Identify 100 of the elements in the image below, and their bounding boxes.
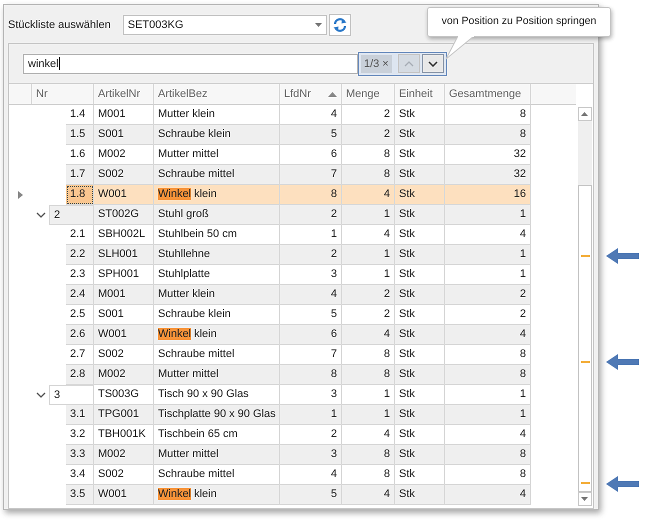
clear-search-button[interactable]: × bbox=[382, 54, 392, 72]
table-cell: 4 bbox=[445, 325, 531, 345]
table-cell: 8 bbox=[342, 465, 395, 485]
table-cell: 1.8 bbox=[66, 185, 94, 205]
table-cell: SLH001 bbox=[94, 245, 154, 265]
table-cell: Stk bbox=[395, 405, 445, 425]
table-cell: 4 bbox=[342, 325, 395, 345]
chevron-down-icon[interactable] bbox=[36, 390, 46, 400]
table-cell: 16 bbox=[445, 185, 531, 205]
table-cell: Stk bbox=[395, 425, 445, 445]
table-cell: 2 bbox=[445, 285, 531, 305]
table-cell: M001 bbox=[94, 285, 154, 305]
table-cell: 1.4 bbox=[66, 105, 94, 125]
table-cell: 8 bbox=[445, 445, 531, 465]
table-cell: Mutter mittel bbox=[154, 145, 280, 165]
table-cell: 8 bbox=[342, 145, 395, 165]
table-cell: Stk bbox=[395, 225, 445, 245]
arrow-icon bbox=[606, 248, 639, 264]
table-cell: 2.8 bbox=[66, 365, 94, 385]
column-header[interactable]: Einheit bbox=[395, 84, 445, 104]
table-cell: SPH001 bbox=[94, 265, 154, 285]
table-cell: 2 bbox=[280, 425, 342, 445]
table-cell: 4 bbox=[342, 425, 395, 445]
table-cell: 4 bbox=[342, 485, 395, 505]
table-cell: 1 bbox=[342, 265, 395, 285]
table-cell: 2 bbox=[280, 205, 342, 225]
table-cell: 8 bbox=[445, 465, 531, 485]
table-cell: 5 bbox=[280, 305, 342, 325]
table-cell: 7 bbox=[280, 165, 342, 185]
column-header[interactable]: LfdNr bbox=[280, 84, 342, 104]
table-cell: Mutter mittel bbox=[154, 365, 280, 385]
table-cell: 6 bbox=[280, 325, 342, 345]
table-cell: Stk bbox=[395, 265, 445, 285]
table-cell: Stk bbox=[395, 485, 445, 505]
table-cell: 4 bbox=[445, 485, 531, 505]
chevron-down-icon[interactable] bbox=[36, 210, 46, 220]
table-cell: 1 bbox=[342, 405, 395, 425]
table-cell: 2 bbox=[445, 305, 531, 325]
table-cell: 2 bbox=[280, 245, 342, 265]
table-cell: 4 bbox=[280, 285, 342, 305]
table-cell: 3 bbox=[49, 385, 94, 405]
table-cell: Tischplatte 90 x 90 Glas bbox=[154, 405, 280, 425]
table-cell: W001 bbox=[94, 325, 154, 345]
table-cell: 1 bbox=[342, 205, 395, 225]
table-cell: 3 bbox=[280, 385, 342, 405]
table-cell: 1 bbox=[445, 205, 531, 225]
table-cell: 1 bbox=[445, 385, 531, 405]
table-cell: 4 bbox=[342, 185, 395, 205]
table-cell: Schraube mittel bbox=[154, 165, 280, 185]
table-cell: TS003G bbox=[94, 385, 154, 405]
table-cell: 1 bbox=[342, 245, 395, 265]
table-cell: SBH002L bbox=[94, 225, 154, 245]
table-cell: 2.5 bbox=[66, 305, 94, 325]
column-header[interactable]: Nr bbox=[32, 84, 94, 104]
column-header[interactable]: ArtikelBez bbox=[154, 84, 280, 104]
table-cell: Stuhl groß bbox=[154, 205, 280, 225]
table-cell: M002 bbox=[94, 445, 154, 465]
caret-icon bbox=[314, 23, 322, 27]
column-header[interactable]: ArtikelNr bbox=[94, 84, 154, 104]
table-cell: Stk bbox=[395, 165, 445, 185]
table-cell: 3.1 bbox=[66, 405, 94, 425]
table-cell: 2 bbox=[342, 305, 395, 325]
table-cell: 8 bbox=[342, 445, 395, 465]
table-cell: 8 bbox=[342, 345, 395, 365]
match-marker bbox=[580, 482, 590, 484]
refresh-button[interactable] bbox=[328, 14, 351, 36]
table-cell: 2 bbox=[342, 105, 395, 125]
table-cell: S002 bbox=[94, 345, 154, 365]
table-cell: Schraube klein bbox=[154, 305, 280, 325]
table-cell: Schraube klein bbox=[154, 125, 280, 145]
chevron-up-icon bbox=[404, 60, 414, 66]
table-cell: 1 bbox=[445, 265, 531, 285]
next-match-button[interactable] bbox=[422, 54, 444, 73]
table-cell: 7 bbox=[280, 345, 342, 365]
match-marker bbox=[580, 361, 590, 363]
table-cell: Stk bbox=[395, 285, 445, 305]
table-cell: Schraube mittel bbox=[154, 345, 280, 365]
column-header[interactable]: Gesamtmenge bbox=[445, 84, 531, 104]
table-cell: 8 bbox=[445, 125, 531, 145]
combo-box[interactable]: SET003KG bbox=[122, 15, 327, 35]
table-cell: 5 bbox=[280, 125, 342, 145]
scrollbar-thumb[interactable] bbox=[578, 185, 592, 492]
table-cell: 8 bbox=[280, 185, 342, 205]
table-cell: Stk bbox=[395, 105, 445, 125]
table-cell: Stk bbox=[395, 385, 445, 405]
table-cell: 2.7 bbox=[66, 345, 94, 365]
table-cell: Stk bbox=[395, 245, 445, 265]
arrow-icon bbox=[606, 354, 639, 370]
search-field[interactable]: winkel bbox=[23, 54, 358, 74]
table-cell: 2.4 bbox=[66, 285, 94, 305]
table-cell: M002 bbox=[94, 365, 154, 385]
match-marker bbox=[580, 255, 590, 257]
table-cell: 1.6 bbox=[66, 145, 94, 165]
table-cell: Mutter klein bbox=[154, 105, 280, 125]
column-header[interactable]: Menge bbox=[342, 84, 395, 104]
table-cell: Stk bbox=[395, 365, 445, 385]
table-cell: Winkel klein bbox=[154, 325, 280, 345]
table-cell: S001 bbox=[94, 125, 154, 145]
table-cell: 2.1 bbox=[66, 225, 94, 245]
table-cell: 1.7 bbox=[66, 165, 94, 185]
